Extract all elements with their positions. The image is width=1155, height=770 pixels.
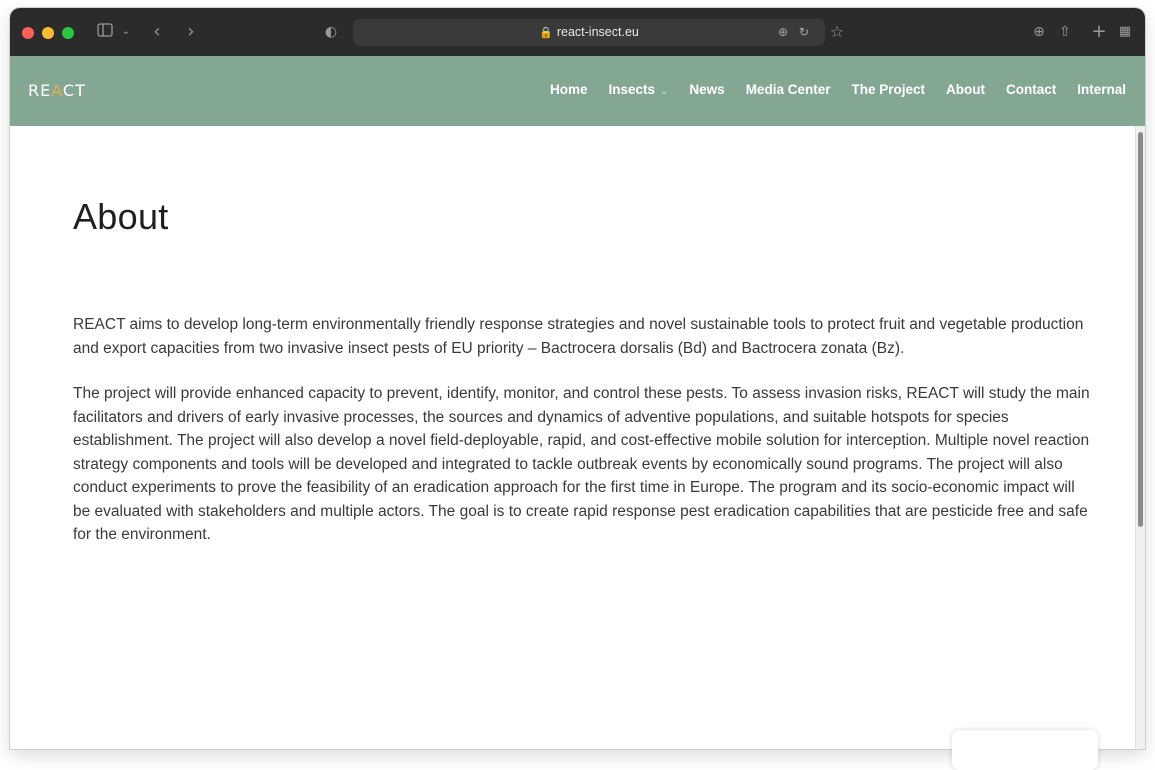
main-content: About REACT aims to develop long-term en… <box>73 126 1093 547</box>
main-nav: Home Insects ⌄ News Media Center The Proj… <box>550 82 1126 97</box>
logo-prefix: RE <box>28 81 52 100</box>
url-text: react-insect.eu <box>556 25 639 39</box>
nav-item-about[interactable]: About <box>946 82 985 97</box>
maximize-window-button[interactable] <box>62 27 74 39</box>
url-display[interactable]: 🔒 react-insect.eu <box>353 19 825 46</box>
nav-item-insects[interactable]: Insects ⌄ <box>608 82 668 97</box>
star-icon[interactable]: ☆ <box>828 20 846 44</box>
nav-item-contact[interactable]: Contact <box>1006 82 1056 97</box>
nav-item-internal[interactable]: Internal <box>1077 82 1126 97</box>
browser-toolbar: ⌄ ‹ › ◐ 🔒 react-insect.eu ⊕ ↻ ☆ ⊕ ⇧ + ▦ <box>10 8 1145 57</box>
new-tab-icon[interactable]: + <box>1090 20 1108 44</box>
about-paragraph-details: The project will provide enhanced capaci… <box>73 385 1090 543</box>
forward-icon[interactable]: › <box>184 20 198 44</box>
share-icon[interactable]: ⇧ <box>1056 20 1074 44</box>
sidebar-icon[interactable] <box>96 20 114 44</box>
close-window-button[interactable] <box>22 27 34 39</box>
lock-icon: 🔒 <box>539 26 553 39</box>
download-icon[interactable]: ⊕ <box>1030 20 1048 44</box>
minimize-window-button[interactable] <box>42 27 54 39</box>
nav-item-news[interactable]: News <box>689 82 724 97</box>
nav-item-the-project[interactable]: The Project <box>851 82 925 97</box>
chevron-down-icon[interactable]: ⌄ <box>120 20 132 44</box>
translate-icon[interactable]: ⊕ <box>778 19 788 46</box>
scrollbar-thumb[interactable] <box>1138 132 1143 527</box>
site-logo[interactable]: REACT <box>28 81 86 100</box>
chat-widget[interactable] <box>952 730 1098 770</box>
logo-bee-mark: A <box>51 81 63 100</box>
page-scrollbar[interactable] <box>1135 126 1145 749</box>
address-bar[interactable]: 🔒 react-insect.eu ⊕ ↻ <box>353 19 825 46</box>
page-title: About <box>73 196 169 237</box>
nav-item-home[interactable]: Home <box>550 82 588 97</box>
about-paragraph-intro: REACT aims to develop long-term environm… <box>73 316 1084 357</box>
browser-window: ⌄ ‹ › ◐ 🔒 react-insect.eu ⊕ ↻ ☆ ⊕ ⇧ + ▦ R… <box>10 8 1145 749</box>
nav-item-media-center[interactable]: Media Center <box>746 82 831 97</box>
back-icon[interactable]: ‹ <box>150 20 164 44</box>
tab-overview-icon[interactable]: ▦ <box>1116 20 1134 44</box>
reload-icon[interactable]: ↻ <box>799 19 809 46</box>
nav-item-insects-label: Insects <box>608 82 656 97</box>
shield-icon[interactable]: ◐ <box>324 20 338 44</box>
chevron-down-icon: ⌄ <box>660 86 669 97</box>
logo-suffix: CT <box>62 81 86 100</box>
site-header: REACT Home Insects ⌄ News Media Center Th… <box>10 56 1145 126</box>
